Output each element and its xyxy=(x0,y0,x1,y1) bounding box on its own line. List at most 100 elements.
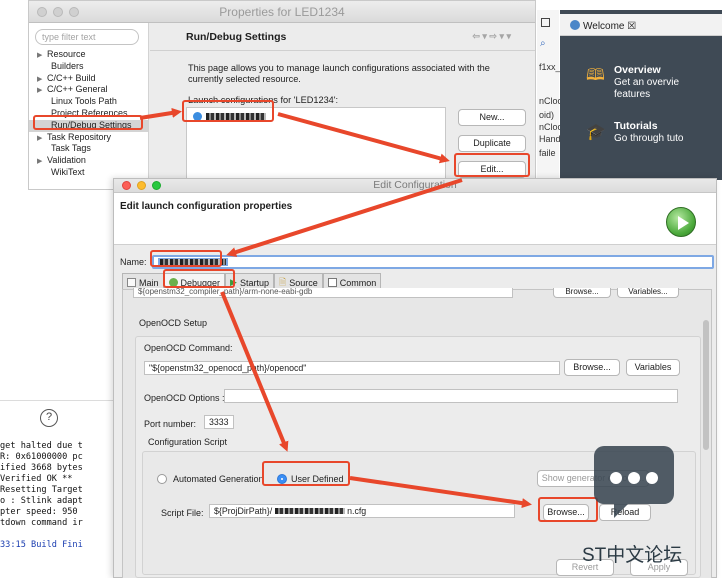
tutorials-title: Tutorials xyxy=(614,120,658,132)
openocd-command-field[interactable]: "${openstm32_openocd_path}/openocd" xyxy=(144,361,560,375)
tree-item[interactable]: ▶ C/C++ Build xyxy=(29,73,148,85)
expand-arrow-icon[interactable]: ▶ xyxy=(37,156,47,168)
page-title: Run/Debug Settings xyxy=(186,31,287,43)
help-icon[interactable]: ? xyxy=(40,409,58,427)
redacted-name xyxy=(160,259,226,265)
script-file-label: Script File: xyxy=(161,508,204,518)
show-generator-button[interactable]: Show generator options... xyxy=(537,470,649,487)
reload-button[interactable]: Reload xyxy=(599,504,651,521)
tab-welcome[interactable]: Welcome ☒ xyxy=(560,14,722,36)
name-selection xyxy=(158,258,228,266)
gdb-command-field[interactable]: ${openstm32_compiler_path}/arm-none-eabi… xyxy=(133,288,513,298)
expand-arrow-icon[interactable]: ▶ xyxy=(37,133,47,145)
redacted-path xyxy=(274,508,345,514)
bug-icon xyxy=(168,278,178,287)
tutorials-section[interactable]: Tutorials Go through tuto xyxy=(614,120,684,145)
properties-window: Properties for LED1234 type filter text … xyxy=(28,0,536,191)
gdb-browse-button[interactable]: Browse... xyxy=(553,288,611,298)
tab-common-label: Common xyxy=(339,277,377,288)
new-button[interactable]: New... xyxy=(458,109,526,126)
tab-startup[interactable]: ▶ Startup xyxy=(225,273,274,289)
tree-item-label: Validation xyxy=(47,155,86,166)
tree-item[interactable]: Run/Debug Settings xyxy=(29,119,148,132)
list-item[interactable] xyxy=(193,112,266,121)
tutorials-line-1: Go through tuto xyxy=(614,133,684,144)
tree-item-label: Task Repository xyxy=(47,131,112,142)
port-number-field[interactable]: 3333 xyxy=(204,415,234,429)
tab-debugger[interactable]: Debugger xyxy=(163,273,226,289)
script-browse-button[interactable]: Browse... xyxy=(543,504,589,521)
tree-item[interactable]: Linux Tools Path xyxy=(29,96,148,108)
properties-titlebar: Properties for LED1234 xyxy=(29,1,535,23)
tree-nodes: ▶ Resource Builders ▶ C/C++ Build ▶ C/C++ Gene… xyxy=(29,49,148,179)
tree-item[interactable]: Project References xyxy=(29,108,148,120)
nav-arrows-icon[interactable]: ⇦ ▾ ⇨ ▾ ▾ xyxy=(472,31,511,42)
dialog-titlebar: Edit Configuration xyxy=(114,179,716,193)
launch-config-label: Launch configurations for 'LED1234': xyxy=(188,95,339,105)
console-line: Verified OK ** xyxy=(0,474,73,484)
console-line: tdown command ir xyxy=(0,518,83,528)
debugger-tab-content: ${openstm32_compiler_path}/arm-none-eabi… xyxy=(122,288,712,578)
tree-item[interactable]: ▶ Validation xyxy=(29,155,148,167)
tree-item[interactable]: ▶ C/C++ General xyxy=(29,84,148,96)
globe-icon xyxy=(570,20,580,30)
openocd-options-field[interactable] xyxy=(224,389,678,403)
overview-section[interactable]: Overview Get an overvie features xyxy=(614,64,679,101)
console-line: o : Stlink adapt xyxy=(0,496,83,506)
properties-tree: type filter text ▶ Resource Builders ▶ C/C++… xyxy=(29,23,149,189)
console-line: 33:15 Build Fini xyxy=(0,540,83,550)
console-line: R: 0x61000000 pc xyxy=(0,452,83,462)
tree-item[interactable]: WikiText xyxy=(29,167,148,179)
edit-button[interactable]: Edit... xyxy=(458,161,526,178)
tree-item-label: Linux Tools Path xyxy=(51,96,117,107)
common-tab-icon xyxy=(327,278,337,287)
watermark-text: ST中文论坛 xyxy=(582,545,683,566)
launch-config-icon xyxy=(193,112,202,121)
tab-common[interactable]: Common xyxy=(322,273,382,289)
console-line: ified 3668 bytes xyxy=(0,463,83,473)
tree-item-label: C/C++ Build xyxy=(47,72,96,83)
name-field[interactable] xyxy=(152,255,714,269)
editor-text-line: nCloc xyxy=(539,122,563,132)
editor-text-line: Hand xyxy=(539,134,561,144)
tab-startup-label: Startup xyxy=(239,277,269,288)
expand-arrow-icon[interactable]: ▶ xyxy=(37,50,47,62)
book-icon: 🕮 xyxy=(586,67,605,84)
config-tabs: Main Debugger ▶ Startup 🗎 Source Common xyxy=(122,273,382,289)
overview-line-2: features xyxy=(614,89,651,100)
script-file-value: ${ProjDirPath}/ xyxy=(214,506,273,516)
openocd-setup-label: OpenOCD Setup xyxy=(139,318,208,328)
gdb-variables-button[interactable]: Variables... xyxy=(617,288,679,298)
tree-item[interactable]: Builders xyxy=(29,61,148,73)
openocd-variables-button[interactable]: Variables xyxy=(626,359,680,376)
console-line: get halted due t xyxy=(0,441,83,451)
openocd-options-label: OpenOCD Options : xyxy=(144,393,225,403)
user-defined-label: User Defined xyxy=(291,474,344,484)
tree-item-label: Resource xyxy=(47,49,86,59)
run-icon xyxy=(666,207,696,237)
script-file-field[interactable]: ${ProjDirPath}/ n.cfg xyxy=(209,504,515,518)
tree-item[interactable]: Task Tags xyxy=(29,143,148,155)
tree-item[interactable]: ▶ Resource xyxy=(29,49,148,61)
name-label: Name: xyxy=(120,257,147,267)
tree-item[interactable]: ▶ Task Repository xyxy=(29,132,148,144)
tab-debugger-label: Debugger xyxy=(180,277,221,288)
openocd-browse-button[interactable]: Browse... xyxy=(564,359,620,376)
page-header: Run/Debug Settings ⇦ ▾ ⇨ ▾ ▾ xyxy=(150,23,535,51)
console-panel: ? get halted due t R: 0x61000000 pc ified … xyxy=(0,400,117,578)
search-icon[interactable]: ⌕ xyxy=(540,38,546,49)
vertical-scrollbar[interactable] xyxy=(703,320,709,450)
user-defined-radio[interactable] xyxy=(277,474,287,484)
tab-source[interactable]: 🗎 Source xyxy=(274,273,323,289)
tab-main[interactable]: Main xyxy=(122,273,164,289)
maximize-icon[interactable] xyxy=(541,18,550,27)
properties-main: Run/Debug Settings ⇦ ▾ ⇨ ▾ ▾ This page a… xyxy=(150,23,535,191)
filter-input[interactable]: type filter text xyxy=(35,29,139,45)
expand-arrow-icon[interactable]: ▶ xyxy=(37,85,47,97)
automated-generation-radio[interactable] xyxy=(157,474,167,484)
tab-source-label: Source xyxy=(289,277,318,288)
duplicate-button[interactable]: Duplicate xyxy=(458,135,526,152)
tab-main-label: Main xyxy=(139,277,159,288)
config-script-label: Configuration Script xyxy=(148,437,228,447)
play-icon: ▶ xyxy=(230,277,237,287)
